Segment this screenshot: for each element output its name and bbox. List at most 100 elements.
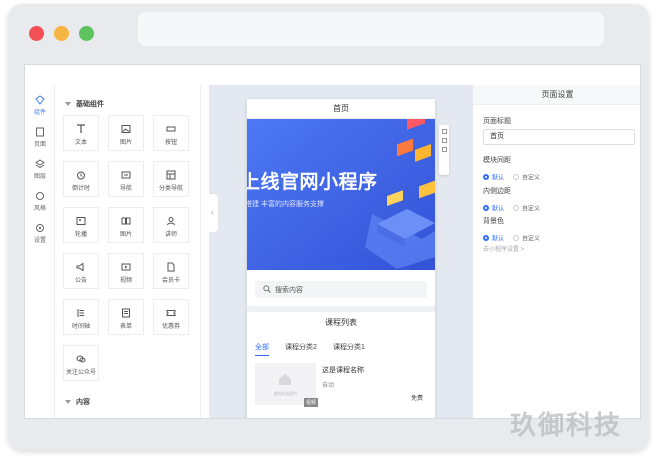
search-icon: [263, 285, 271, 293]
carousel-icon: [76, 217, 86, 225]
component-coupon[interactable]: 优惠券: [153, 299, 189, 335]
address-bar[interactable]: [138, 12, 604, 46]
copy-icon[interactable]: [441, 138, 447, 143]
component-label: 分类导航: [158, 186, 183, 192]
chevron-down-icon: [65, 102, 71, 107]
component-label: 轮播: [74, 232, 87, 238]
close-window-dot[interactable]: [29, 26, 44, 41]
properties-header: 页面设置: [473, 85, 640, 105]
radio-label: 默认: [492, 236, 505, 243]
radio-default[interactable]: 默认: [483, 168, 505, 182]
component-label: 公告: [74, 278, 87, 284]
rail-label: 风格: [33, 206, 46, 212]
editor-canvas: 首页 上线官网小程序 搭建 丰富的内容服务支撑 搜索内容 课程列表 全部 课程分…: [209, 85, 473, 418]
miniprogram-settings-link[interactable]: 去小程序设置 >: [483, 244, 524, 253]
thumbnail-label: 课程封面图片: [273, 391, 298, 396]
member-card-icon: [167, 262, 175, 272]
house-icon: [279, 374, 291, 385]
component-form[interactable]: 表单: [108, 299, 144, 335]
rail-item-pages[interactable]: 页面: [25, 127, 55, 157]
search-input[interactable]: 搜索内容: [255, 281, 427, 298]
radio-icon: [513, 234, 519, 241]
follow-icon: [76, 355, 86, 363]
radio-label: 自定义: [522, 236, 541, 243]
properties-panel: 页面设置 页面标题 首页 模块间距 默认 自定义 内侧边距 默认 自定义 背景色…: [473, 85, 640, 418]
rail-label: 组件: [33, 110, 46, 116]
tab-category-2[interactable]: 课程分类2: [285, 342, 317, 352]
component-carousel[interactable]: 轮播: [63, 207, 99, 243]
module-toolbar: [439, 125, 449, 175]
course-thumbnail: 课程封面图片 视频: [255, 363, 318, 407]
radio-label: 默认: [492, 206, 505, 213]
image-icon: [121, 125, 131, 133]
component-label: 倒计时: [71, 186, 90, 192]
radio-custom[interactable]: 自定义: [513, 199, 540, 212]
notice-icon: [76, 262, 84, 272]
page-title-input[interactable]: 首页: [483, 129, 635, 145]
group-title-basic[interactable]: 基础组件: [65, 99, 104, 109]
rail-label: 图层: [33, 174, 46, 180]
components-icon: [35, 95, 45, 105]
tab-all[interactable]: 全部: [255, 342, 269, 356]
watermark: 玖御科技: [510, 410, 623, 440]
component-member-card[interactable]: 会员卡: [153, 253, 189, 289]
radio-icon: [483, 173, 489, 180]
component-nav[interactable]: 导航: [108, 161, 144, 197]
rail-label: 设置: [33, 238, 46, 244]
nav-icon: [121, 171, 131, 179]
component-image[interactable]: 图片: [108, 115, 144, 151]
banner-title: 上线官网小程序: [247, 172, 378, 193]
component-label: 会员卡: [161, 278, 180, 284]
radio-icon: [483, 234, 489, 241]
left-rail: 组件 页面 图层 风格 设置: [25, 85, 55, 418]
component-label: 按钮: [164, 140, 177, 146]
component-label: 导航: [119, 186, 132, 192]
collapse-panel-button[interactable]: ‹: [209, 193, 219, 233]
rail-label: 页面: [33, 142, 46, 148]
component-video[interactable]: 视频: [108, 253, 144, 289]
radio-custom[interactable]: 自定义: [513, 168, 540, 181]
search-placeholder: 搜索内容: [275, 287, 303, 294]
palette-icon: [36, 192, 44, 200]
maximize-window-dot[interactable]: [79, 26, 94, 41]
move-up-icon[interactable]: [441, 129, 447, 134]
component-follow-account[interactable]: 关注公众号: [63, 345, 99, 381]
group-title-content[interactable]: 内容: [65, 397, 90, 407]
course-item[interactable]: 课程封面图片 视频 这是课程名称 自动 免费: [255, 363, 431, 407]
app-viewport: 组件 页面 图层 风格 设置 基础组件 文本 图片 按钮 倒计时 导航 分类导航…: [24, 64, 641, 419]
delete-icon[interactable]: [441, 147, 447, 152]
rail-item-style[interactable]: 风格: [25, 191, 55, 221]
component-timeline[interactable]: 时间轴: [63, 299, 99, 335]
minimize-window-dot[interactable]: [54, 26, 69, 41]
component-category-nav[interactable]: 分类导航: [153, 161, 189, 197]
radio-icon: [483, 204, 489, 211]
radio-default[interactable]: 默认: [483, 229, 505, 243]
radio-label: 默认: [492, 175, 505, 182]
coupon-icon: [166, 310, 176, 316]
rail-item-settings[interactable]: 设置: [25, 223, 55, 253]
video-badge: 视频: [303, 398, 318, 407]
text-icon: [77, 124, 85, 133]
page-title: 首页: [247, 99, 435, 119]
component-text[interactable]: 文本: [63, 115, 99, 151]
page-title-label: 页面标题: [483, 118, 511, 125]
banner[interactable]: 上线官网小程序 搭建 丰富的内容服务支撑: [247, 119, 435, 270]
radio-icon: [513, 173, 519, 180]
component-label: 讲师: [164, 232, 177, 238]
category-nav-icon: [166, 170, 176, 180]
bg-color-label: 背景色: [483, 218, 504, 225]
component-notice[interactable]: 公告: [63, 253, 99, 289]
chevron-down-icon: [65, 400, 71, 405]
module-spacing-label: 模块间距: [483, 157, 511, 164]
rail-item-layers[interactable]: 图层: [25, 159, 55, 189]
radio-custom[interactable]: 自定义: [513, 229, 541, 243]
component-teacher[interactable]: 讲师: [153, 207, 189, 243]
component-picture[interactable]: 图片: [108, 207, 144, 243]
component-label: 图片: [119, 140, 132, 146]
content-padding-label: 内侧边距: [483, 188, 511, 195]
component-countdown[interactable]: 倒计时: [63, 161, 99, 197]
component-button[interactable]: 按钮: [153, 115, 189, 151]
radio-default[interactable]: 默认: [483, 199, 505, 213]
rail-item-components[interactable]: 组件: [25, 95, 55, 125]
tab-category-1[interactable]: 课程分类1: [333, 342, 365, 352]
